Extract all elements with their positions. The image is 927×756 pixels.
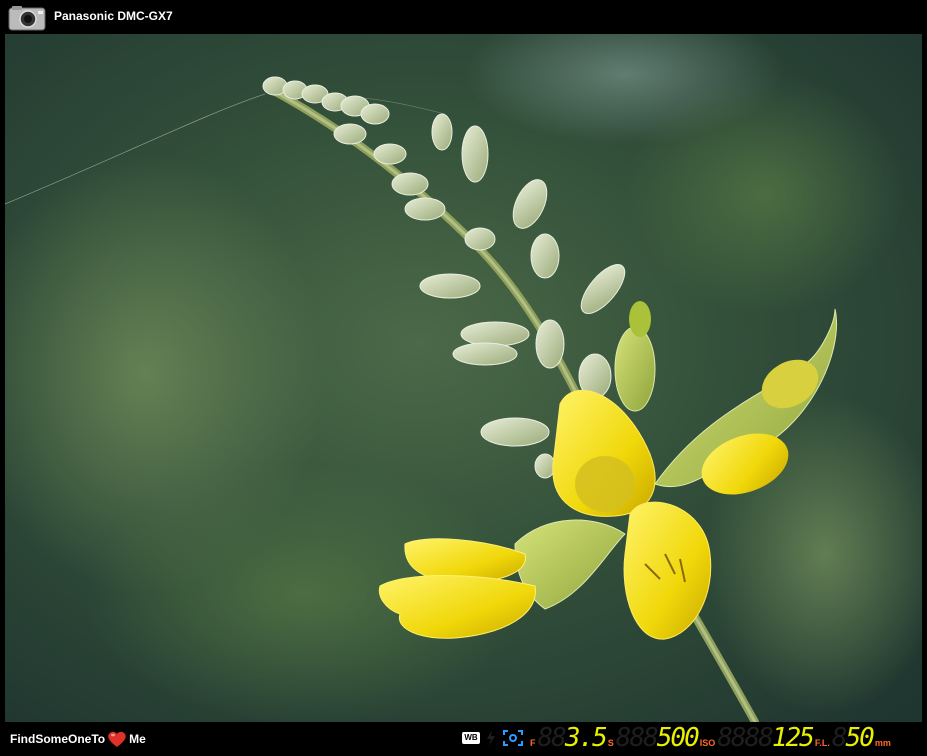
iso-display: 8888 125 xyxy=(717,723,815,753)
brand-right: Me xyxy=(129,732,146,746)
shutter-display: 888 500 xyxy=(615,723,700,753)
shutter-ghost: 888 xyxy=(615,723,659,753)
iso-value: 125 xyxy=(771,723,815,753)
iso-label: ISO xyxy=(699,738,716,748)
shutter-label: S xyxy=(607,738,614,748)
brand: FindSomeOneTo Me xyxy=(10,730,146,748)
aperture-display: 88 3.5 xyxy=(537,723,608,753)
camera-model: Panasonic DMC-GX7 xyxy=(54,9,173,23)
aperture-label: F xyxy=(530,738,536,748)
metering-icon xyxy=(503,730,523,746)
focal-value: 50 xyxy=(845,723,875,753)
brand-left: FindSomeOneTo xyxy=(10,732,106,746)
header-bar: Panasonic DMC-GX7 xyxy=(0,0,927,34)
iso-ghost: 8888 xyxy=(717,723,774,753)
camera-icon xyxy=(8,6,46,31)
focal-ghost: 8 xyxy=(831,723,848,753)
exif-panel: WB F 88 3.5 S 888 500 ISO 8888 125 F.L. 8 50… xyxy=(462,724,891,752)
flash-icon xyxy=(487,730,495,746)
footer-bar: FindSomeOneTo Me WB F 88 3.5 S 888 500 ISO… xyxy=(0,722,927,756)
aperture-value: 3.5 xyxy=(564,723,608,753)
aperture-ghost: 88 xyxy=(537,723,567,753)
focal-label: F.L. xyxy=(814,738,830,748)
focal-unit: mm xyxy=(874,738,891,748)
focal-display: 8 50 xyxy=(831,723,875,753)
photo xyxy=(5,34,922,722)
heart-icon xyxy=(108,731,126,747)
white-balance-icon: WB xyxy=(462,732,480,744)
shutter-value: 500 xyxy=(656,723,700,753)
